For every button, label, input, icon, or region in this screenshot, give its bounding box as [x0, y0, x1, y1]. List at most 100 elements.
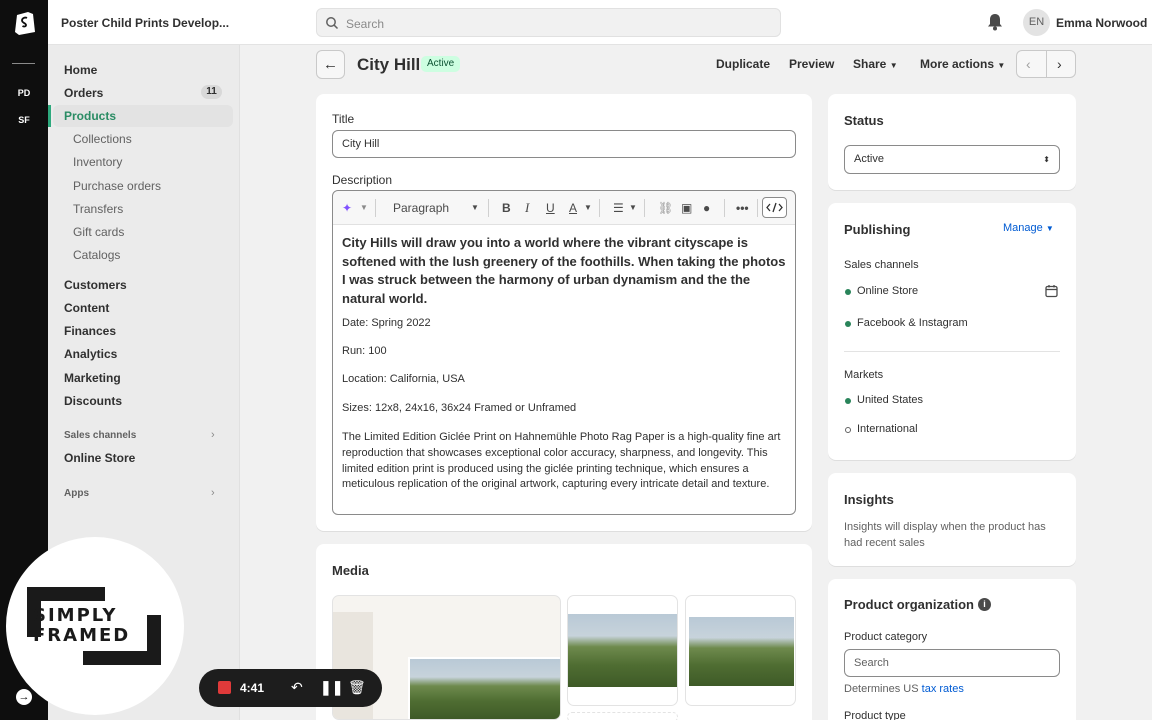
back-button[interactable]: ←	[316, 50, 345, 79]
title-label: Title	[332, 112, 355, 126]
brand-line-1: SIMPLY	[33, 605, 118, 626]
sidebar-item-home[interactable]: Home	[64, 63, 97, 77]
sidebar-item-gift-cards[interactable]: Gift cards	[73, 225, 124, 239]
tax-rates-link[interactable]: tax rates	[922, 683, 964, 695]
select-arrows-icon: ⬍	[1043, 155, 1050, 164]
chevron-right-icon[interactable]: ›	[211, 429, 215, 441]
share-button[interactable]: Share ▼	[853, 57, 898, 71]
user-name[interactable]: Emma Norwood	[1056, 16, 1147, 30]
sidebar-item-marketing[interactable]: Marketing	[64, 371, 121, 385]
sidebar-item-customers[interactable]: Customers	[64, 278, 127, 292]
duplicate-button[interactable]: Duplicate	[716, 57, 770, 71]
recording-controls: 4:41 ↶ ❚❚ 🗑	[199, 669, 382, 707]
html-code-button[interactable]	[762, 197, 787, 218]
underline-icon[interactable]: U	[546, 201, 555, 215]
trash-icon[interactable]: 🗑	[348, 679, 366, 696]
caret-down-icon[interactable]: ▼	[629, 203, 637, 212]
editor-toolbar: ✦ ▼ Paragraph ▼ B I U A ▼ ☰ ▼ ⛓ ▣ ● •••	[333, 191, 795, 225]
sidebar-item-discounts[interactable]: Discounts	[64, 394, 122, 408]
code-icon	[766, 202, 783, 213]
caret-down-icon[interactable]: ▼	[360, 203, 368, 212]
store-switch-sf[interactable]: SF	[0, 115, 48, 125]
bold-icon[interactable]: B	[502, 201, 511, 215]
image-icon[interactable]: ▣	[681, 201, 692, 215]
align-left-icon[interactable]: ☰	[613, 201, 624, 215]
market-status-dot	[845, 398, 851, 404]
store-name[interactable]: Poster Child Prints Develop...	[61, 16, 229, 30]
avatar[interactable]: EN	[1023, 9, 1050, 36]
caret-down-icon[interactable]: ▼	[471, 203, 479, 212]
page-title: City Hill	[357, 55, 421, 74]
sidebar-item-online-store[interactable]: Online Store	[64, 451, 135, 465]
market-status-dot-hollow	[845, 427, 851, 433]
manage-button[interactable]: Manage ▼	[1003, 222, 1054, 234]
more-options-icon[interactable]: •••	[736, 201, 749, 215]
search-input[interactable]: Search	[316, 8, 781, 37]
next-product-icon[interactable]: ›	[1057, 56, 1062, 72]
sidebar-section-apps[interactable]: Apps	[64, 488, 89, 499]
description-date: Date: Spring 2022	[342, 317, 431, 329]
sidebar-item-orders[interactable]: Orders	[64, 86, 103, 100]
sidebar-item-finances[interactable]: Finances	[64, 324, 116, 338]
sidebar-item-transfers[interactable]: Transfers	[73, 202, 123, 216]
paragraph-style-select[interactable]: Paragraph	[393, 201, 449, 215]
toolbar-divider	[644, 199, 645, 217]
landscape-image	[689, 617, 794, 686]
top-bar: Poster Child Prints Develop... Search EN…	[48, 0, 1152, 45]
stop-recording-icon[interactable]	[218, 681, 231, 694]
sidebar-item-analytics[interactable]: Analytics	[64, 347, 117, 361]
publishing-divider	[844, 351, 1060, 352]
status-select[interactable]: Active ⬍	[844, 145, 1060, 174]
prev-product-icon[interactable]: ‹	[1026, 56, 1031, 72]
rail-divider	[12, 63, 35, 64]
active-nav-indicator	[48, 105, 51, 127]
preview-button[interactable]: Preview	[789, 57, 834, 71]
description-location: Location: California, USA	[342, 373, 465, 385]
caret-down-icon[interactable]: ▼	[584, 203, 592, 212]
description-paragraph: The Limited Edition Giclée Print on Hahn…	[342, 431, 781, 491]
pager: ‹ ›	[1016, 50, 1076, 78]
more-actions-button[interactable]: More actions ▼	[920, 57, 1005, 71]
channel-status-dot	[845, 289, 851, 295]
toolbar-divider	[375, 199, 376, 217]
product-category-input[interactable]: Search	[844, 649, 1060, 677]
search-icon	[326, 17, 339, 30]
manage-label: Manage	[1003, 222, 1043, 234]
media-item-3[interactable]	[685, 595, 796, 706]
bell-icon[interactable]	[987, 13, 1003, 31]
expand-arrow-icon[interactable]: →	[16, 689, 32, 705]
sidebar-item-inventory[interactable]: Inventory	[73, 155, 122, 169]
video-icon[interactable]: ●	[703, 201, 710, 215]
pause-icon[interactable]: ❚❚	[320, 679, 343, 696]
channel-facebook-instagram: Facebook & Instagram	[857, 317, 968, 329]
media-add-slot[interactable]	[567, 712, 678, 720]
orders-count-badge: 11	[201, 85, 222, 99]
store-switch-pd[interactable]: PD	[0, 88, 48, 98]
insights-title: Insights	[844, 492, 894, 507]
info-icon[interactable]: i	[978, 598, 991, 611]
product-organization-title: Product organization	[844, 597, 974, 612]
sidebar-item-products[interactable]: Products	[64, 109, 116, 123]
sidebar-section-sales-channels[interactable]: Sales channels	[64, 430, 136, 441]
italic-icon[interactable]: I	[525, 200, 529, 216]
arrow-left-icon: ←	[323, 56, 338, 73]
caret-down-icon: ▼	[997, 61, 1006, 70]
undo-icon[interactable]: ↶	[291, 679, 303, 696]
media-item-2[interactable]	[567, 595, 678, 706]
sidebar-item-catalogs[interactable]: Catalogs	[73, 248, 120, 262]
schedule-calendar-icon[interactable]	[1045, 284, 1059, 298]
sidebar-item-purchase-orders[interactable]: Purchase orders	[73, 179, 161, 193]
text-color-icon[interactable]: A	[569, 201, 577, 215]
toolbar-divider	[599, 199, 600, 217]
brand-line-2: FRAMED	[33, 625, 131, 646]
status-select-value: Active	[854, 153, 884, 165]
sparkle-icon[interactable]: ✦	[342, 201, 352, 215]
link-icon[interactable]: ⛓	[658, 201, 673, 215]
chevron-right-icon[interactable]: ›	[211, 487, 215, 499]
title-input[interactable]: City Hill	[332, 130, 796, 158]
search-placeholder: Search	[346, 17, 385, 31]
sidebar-item-content[interactable]: Content	[64, 301, 109, 315]
sidebar-item-collections[interactable]: Collections	[73, 132, 132, 146]
shopify-logo-icon[interactable]	[13, 9, 37, 35]
description-run: Run: 100	[342, 345, 387, 357]
